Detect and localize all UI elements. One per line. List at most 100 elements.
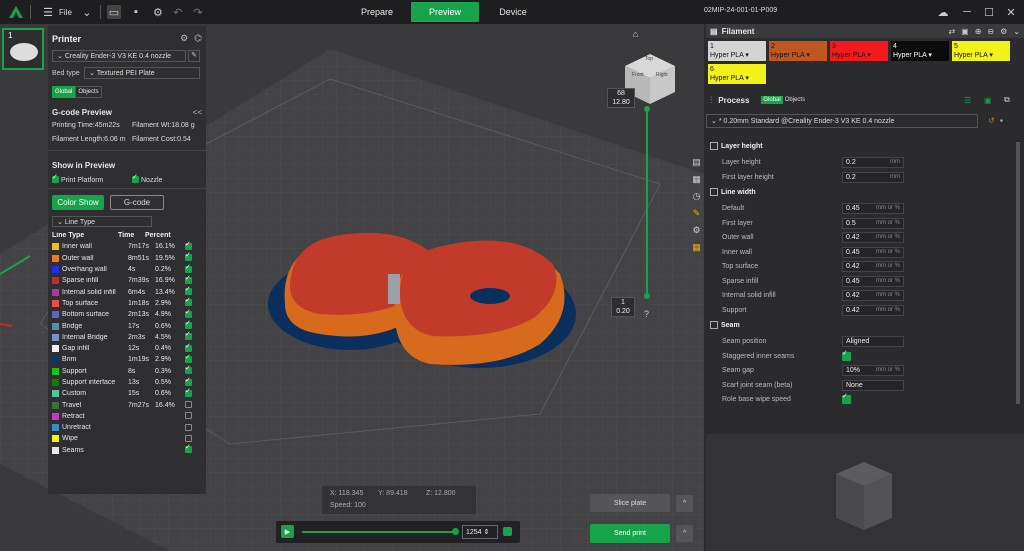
process-toggle-objects[interactable]: Objects bbox=[785, 97, 805, 103]
checkbox[interactable] bbox=[185, 240, 192, 250]
visibility-checkbox[interactable] bbox=[185, 376, 195, 387]
maximize-icon[interactable]: ☐ bbox=[982, 5, 996, 19]
add-icon[interactable]: ⊕ bbox=[975, 27, 982, 36]
speed-icon[interactable]: ◷ bbox=[691, 191, 702, 202]
print-platform-option[interactable]: Print Platform bbox=[52, 173, 103, 184]
checkbox[interactable] bbox=[185, 423, 192, 431]
table-row[interactable]: Support interface 13s 0.5% bbox=[52, 376, 202, 388]
cube-face-front[interactable]: Front bbox=[632, 72, 644, 78]
setting-input[interactable]: 0.42 mm or % bbox=[842, 290, 904, 301]
process-preset-select[interactable]: ⌄ * 0.20mm Standard @Creality Ender-3 V3… bbox=[706, 114, 978, 128]
brush-icon[interactable]: ✎ bbox=[691, 208, 702, 219]
slider-handle[interactable] bbox=[452, 528, 459, 535]
layers-icon[interactable]: ▤ bbox=[691, 157, 702, 168]
table-row[interactable]: Inner wall 7m17s 16.1% bbox=[52, 240, 202, 252]
table-row[interactable]: Sparse infill 7m39s 16.9% bbox=[52, 274, 202, 286]
calendar-icon[interactable]: ▦ bbox=[691, 174, 702, 185]
filament-slot-5[interactable]: 5 Hyper PLA ▾ bbox=[952, 41, 1010, 61]
color-show-button[interactable]: Color Show bbox=[52, 195, 104, 210]
process-toggle-global[interactable]: Global bbox=[761, 96, 783, 104]
checkbox[interactable] bbox=[132, 173, 139, 183]
checkbox[interactable] bbox=[185, 376, 192, 386]
checkbox[interactable] bbox=[52, 173, 59, 183]
visibility-checkbox[interactable] bbox=[185, 364, 195, 375]
checkbox[interactable] bbox=[185, 330, 192, 341]
chevron-down-icon[interactable]: ⌄ bbox=[1013, 27, 1020, 36]
visibility-checkbox[interactable] bbox=[185, 240, 195, 251]
toggle-objects[interactable]: Objects bbox=[75, 86, 102, 98]
checkbox[interactable] bbox=[185, 274, 192, 284]
visibility-checkbox[interactable] bbox=[185, 423, 195, 432]
close-icon[interactable]: ✕ bbox=[1004, 5, 1018, 19]
gear-icon[interactable]: ⚙ bbox=[1000, 27, 1007, 36]
setting-input[interactable]: Aligned bbox=[842, 336, 904, 347]
checkbox[interactable] bbox=[185, 296, 192, 307]
save-icon[interactable]: ▪ bbox=[129, 5, 143, 19]
gear-icon[interactable]: ⚙ bbox=[151, 5, 165, 19]
sync-icon[interactable]: ⇄ bbox=[948, 27, 955, 36]
send-print-button[interactable]: Send print bbox=[590, 524, 670, 543]
visibility-checkbox[interactable] bbox=[185, 251, 195, 262]
slider-value-box[interactable]: 1254 ⇕ bbox=[462, 525, 498, 539]
table-row[interactable]: Travel 7m27s 16.4% bbox=[52, 399, 202, 410]
table-row[interactable]: Bottom surface 2m13s 4.9% bbox=[52, 308, 202, 320]
visibility-checkbox[interactable] bbox=[185, 387, 195, 398]
visibility-checkbox[interactable] bbox=[185, 434, 195, 443]
expand-icon[interactable]: ▣ bbox=[984, 96, 992, 105]
visibility-checkbox[interactable] bbox=[185, 342, 195, 353]
checkbox[interactable] bbox=[842, 392, 851, 404]
checkbox[interactable] bbox=[185, 387, 192, 397]
setting-input[interactable]: 0.42 mm or % bbox=[842, 232, 904, 243]
visibility-checkbox[interactable] bbox=[185, 353, 195, 364]
checkbox[interactable] bbox=[185, 251, 192, 262]
table-row[interactable]: Outer wall 8m51s 19.5% bbox=[52, 251, 202, 264]
minimize-icon[interactable]: ─ bbox=[960, 5, 974, 19]
visibility-checkbox[interactable] bbox=[185, 308, 195, 319]
cube-face-right[interactable]: Right bbox=[656, 72, 668, 78]
cube-face-top[interactable]: Top bbox=[645, 56, 653, 62]
line-type-dropdown[interactable]: ⌄ Line Type bbox=[52, 216, 152, 227]
visibility-checkbox[interactable] bbox=[185, 443, 195, 454]
checkbox[interactable] bbox=[185, 308, 192, 318]
filament-slot-6[interactable]: 6 Hyper PLA ▾ bbox=[708, 64, 766, 84]
checkbox[interactable] bbox=[185, 285, 192, 296]
compare-icon[interactable]: ⧉ bbox=[1004, 95, 1010, 105]
slice-plate-button[interactable]: Slice plate bbox=[590, 494, 670, 512]
table-row[interactable]: Custom 15s 0.6% bbox=[52, 387, 202, 399]
table-row[interactable]: Gap infill 12s 0.4% bbox=[52, 342, 202, 354]
help-icon[interactable]: ? bbox=[641, 308, 652, 319]
setting-checkbox[interactable] bbox=[842, 349, 853, 362]
table-row[interactable]: Seams bbox=[52, 443, 202, 456]
checkbox[interactable] bbox=[185, 364, 192, 375]
checkbox[interactable] bbox=[185, 443, 192, 454]
settings-icon[interactable]: ⚙ bbox=[691, 225, 702, 236]
undo-icon[interactable]: ↶ bbox=[171, 5, 185, 19]
checkbox[interactable] bbox=[185, 319, 192, 330]
remove-icon[interactable]: ⊖ bbox=[987, 27, 994, 36]
table-row[interactable]: Overhang wall 4s 0.2% bbox=[52, 263, 202, 275]
setting-input[interactable]: 0.45 mm or % bbox=[842, 246, 904, 258]
setting-input[interactable]: None bbox=[842, 379, 904, 391]
scrollbar[interactable] bbox=[1016, 142, 1020, 404]
reset-icon[interactable]: ↺ bbox=[988, 116, 995, 125]
table-row[interactable]: Internal Bridge 2m3s 4.5% bbox=[52, 330, 202, 343]
visibility-checkbox[interactable] bbox=[185, 412, 195, 420]
open-folder-icon[interactable]: ▭ bbox=[106, 5, 121, 19]
plate-thumbnail[interactable]: 1 bbox=[2, 28, 44, 70]
play-button[interactable]: ▶ bbox=[281, 525, 294, 538]
setting-input[interactable]: 0.2 mm bbox=[842, 171, 904, 183]
nozzle-option[interactable]: Nozzle bbox=[132, 173, 162, 184]
slider-end-icon[interactable] bbox=[503, 527, 512, 536]
table-row[interactable]: Brim 1m19s 2.9% bbox=[52, 353, 202, 365]
grid-icon[interactable]: ▦ bbox=[691, 242, 702, 253]
list-icon[interactable]: ☰ bbox=[964, 96, 971, 105]
checkbox[interactable] bbox=[185, 434, 192, 442]
visibility-checkbox[interactable] bbox=[185, 401, 195, 409]
table-row[interactable]: Bridge 17s 0.6% bbox=[52, 319, 202, 331]
table-row[interactable]: Support 8s 0.3% bbox=[52, 364, 202, 377]
checkbox[interactable] bbox=[185, 401, 192, 409]
file-menu[interactable]: ☰ File bbox=[41, 5, 72, 19]
setting-input[interactable]: 0.45 mm or % bbox=[842, 275, 904, 287]
filament-slot-2[interactable]: 2 Hyper PLA ▾ bbox=[769, 41, 827, 61]
setting-input[interactable]: 0.42 mm or % bbox=[842, 304, 904, 316]
